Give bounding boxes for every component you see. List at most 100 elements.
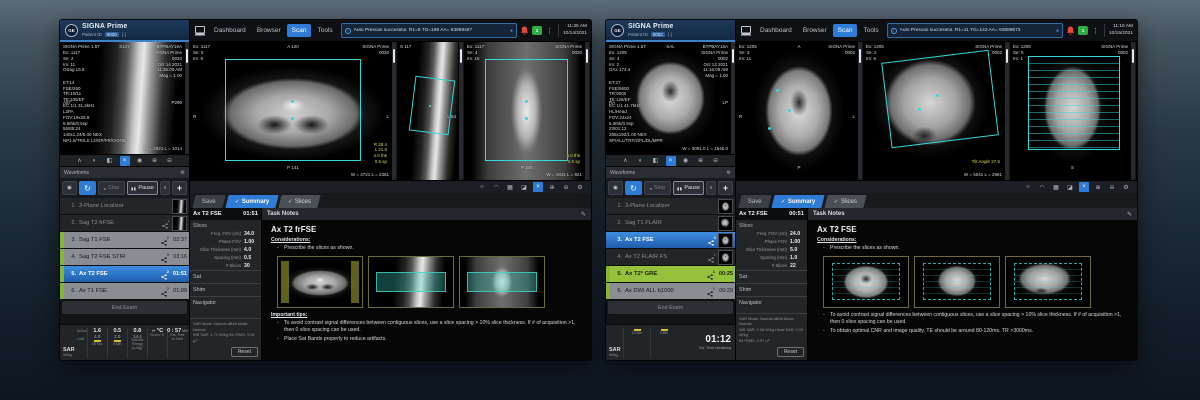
signal-icon[interactable]: ◠ — [1037, 182, 1047, 192]
layout-icon[interactable]: ◧ — [105, 156, 115, 166]
close-icon[interactable]: × — [1079, 182, 1089, 192]
refresh-button[interactable]: ↻ — [625, 181, 642, 195]
add-series-button[interactable]: + — [718, 181, 733, 195]
protocol-row[interactable]: 2. Sag T2 frFSE 1 — [60, 215, 189, 232]
tab-slices[interactable]: ✓Slices — [278, 195, 320, 208]
zoom-out-icon[interactable]: ⊖ — [711, 156, 721, 166]
parameter-value[interactable]: 5.0 — [790, 247, 804, 253]
window-level-icon[interactable]: ◐ — [636, 156, 646, 166]
chevron-down-icon[interactable]: ∨ — [160, 181, 170, 195]
zoom-out-icon[interactable]: ⊖ — [1107, 182, 1117, 192]
zoom-in-icon[interactable]: ⊕ — [696, 156, 706, 166]
visibility-button[interactable]: ◉ — [62, 181, 77, 195]
collapse-chevron-icon[interactable]: ∧ — [75, 156, 85, 166]
zoom-out-icon[interactable]: ⊖ — [561, 182, 571, 192]
tab-summary[interactable]: ✓Summary — [771, 195, 824, 208]
protocol-row[interactable]: 5. Ax T2* GRE 1 00:25 — [606, 266, 735, 283]
scan-viewport[interactable]: Ex: 1117Se: 5Im: 9 SIGNA Prime0020 A 120… — [190, 42, 397, 180]
menu-kebab-icon[interactable]: ⋮ — [545, 27, 554, 35]
window-level-icon[interactable]: ◐ — [90, 156, 100, 166]
zoom-out-icon[interactable]: ⊖ — [165, 156, 175, 166]
prescan-notification[interactable]: i Auto Prescan successful. R1=11 TG=142 … — [887, 23, 1063, 38]
panes-icon[interactable]: ◪ — [519, 182, 529, 192]
grid-layout-icon[interactable]: ▦ — [505, 182, 515, 192]
patient-id-value[interactable]: 0002 — [651, 32, 665, 37]
tab-save[interactable]: Save — [192, 195, 225, 208]
menu-kebab-icon[interactable]: ⋮ — [1091, 27, 1100, 35]
patient-id-value[interactable]: 0020 — [105, 32, 119, 37]
gear-icon[interactable]: ⚙ — [181, 170, 185, 176]
parameter-value[interactable]: 0.5 — [244, 255, 258, 261]
visibility-icon[interactable]: ◉ — [135, 156, 145, 166]
close-icon[interactable]: × — [120, 156, 130, 166]
pause-button[interactable]: ▮▮Pause — [127, 181, 158, 195]
image-scrollbar[interactable] — [1130, 42, 1135, 180]
protocol-row[interactable]: 3. Sag T1 FSE 2 02:37 — [60, 232, 189, 249]
stop-button[interactable]: ■Stop — [644, 181, 671, 195]
parameter-value[interactable]: 22 — [790, 263, 804, 269]
end-exam-button[interactable]: End Exam — [62, 301, 187, 314]
prescription-graphic[interactable] — [1010, 42, 1135, 180]
protocol-row[interactable]: 5. Ax T2 FSE 2 01:51 — [60, 266, 189, 283]
close-icon[interactable]: × — [666, 156, 676, 166]
nav-tab[interactable]: Browser — [798, 24, 832, 37]
panes-icon[interactable]: ◪ — [1065, 182, 1075, 192]
edit-pencil-icon[interactable]: ✎ — [581, 211, 586, 218]
protocol-row[interactable]: 3. Ax T2 FSE 1 — [606, 232, 735, 249]
localizer-viewport[interactable]: SIGNA Prime 1.5TEx: 1117Se: 2Im: 11OSag … — [60, 42, 189, 154]
collapse-chevron-icon[interactable]: ∧ — [621, 156, 631, 166]
parameter-section[interactable]: Sat — [190, 270, 261, 283]
scan-viewport[interactable]: Ex: 1205Se: 3Im: 11 SIGNA Prime0002 A R … — [736, 42, 863, 180]
nav-tab[interactable]: Dashboard — [209, 24, 251, 37]
parameter-section[interactable]: Navigator — [190, 296, 261, 318]
tab-summary[interactable]: ✓Summary — [225, 195, 278, 208]
prescription-graphic[interactable] — [397, 42, 463, 180]
scan-viewport[interactable]: S 117 L 84 — [397, 42, 464, 180]
prescription-graphic[interactable] — [190, 42, 396, 180]
stop-button[interactable]: ■Stop — [98, 181, 125, 195]
image-scrollbar[interactable] — [584, 42, 589, 180]
protocol-row[interactable]: 6. Ax DWI ALL b1000 1 00:29 — [606, 283, 735, 300]
alerts-bell-icon[interactable] — [520, 26, 529, 36]
zoom-in-icon[interactable]: ⊕ — [150, 156, 160, 166]
visibility-icon[interactable]: ◉ — [681, 156, 691, 166]
zoom-in-icon[interactable]: ⊕ — [547, 182, 557, 192]
nav-tab[interactable]: Scan — [833, 24, 858, 37]
parameter-value[interactable]: 34.0 — [244, 231, 258, 237]
scan-viewport[interactable]: Ex: 1205Se: 2Im: 6 SIGNA Prime0002 W = 5… — [863, 42, 1010, 180]
parameter-section[interactable]: Navigator — [736, 296, 807, 313]
end-exam-button[interactable]: End Exam — [608, 301, 733, 314]
protocol-row[interactable]: 4. Sag T2 FSE STIR 3 03:16 — [60, 249, 189, 266]
parameter-section[interactable]: Shim — [736, 283, 807, 296]
chat-icon[interactable]: 1 — [532, 26, 542, 35]
prescription-graphic[interactable] — [464, 42, 589, 180]
nav-tab[interactable]: Tools — [312, 24, 337, 37]
parameter-value[interactable]: 4.0 — [244, 247, 258, 253]
scan-viewport[interactable]: Ex: 1205Se: 5Im: 1 SIGNA Prime0002 S — [1010, 42, 1136, 180]
protocol-row[interactable]: 4. Ax T2 FLAIR FS 1 — [606, 249, 735, 266]
parameter-value[interactable]: 1.00 — [790, 239, 804, 245]
image-scrollbar[interactable] — [458, 42, 463, 180]
nav-tab[interactable]: Dashboard — [755, 24, 797, 37]
image-scrollbar[interactable] — [184, 42, 189, 154]
protocol-row[interactable]: 1. 3-Plane Localizer — [60, 198, 189, 215]
protocol-row[interactable]: 1. 3-Plane Localizer — [606, 198, 735, 215]
prescription-graphic[interactable] — [736, 42, 862, 180]
console-icon[interactable] — [740, 26, 752, 36]
parameter-value[interactable]: 1.0 — [790, 255, 804, 261]
layout-icon[interactable]: ◧ — [651, 156, 661, 166]
signal-icon[interactable]: ◠ — [491, 182, 501, 192]
settings-gear-icon[interactable]: ⚙ — [575, 182, 585, 192]
zoom-in-icon[interactable]: ⊕ — [1093, 182, 1103, 192]
patient-collapse-control[interactable]: [-] — [668, 32, 672, 37]
grid-layout-icon[interactable]: ▦ — [1051, 182, 1061, 192]
gear-icon[interactable]: ⚙ — [727, 170, 731, 176]
reset-button[interactable]: Reset — [231, 347, 258, 357]
nav-tab[interactable]: Tools — [858, 24, 883, 37]
tab-slices[interactable]: ✓Slices — [824, 195, 866, 208]
chevron-down-icon[interactable]: ∨ — [706, 181, 716, 195]
visibility-button[interactable]: ◉ — [608, 181, 623, 195]
parameter-section[interactable]: Sat — [736, 270, 807, 283]
prescan-notification[interactable]: i Auto Prescan successful. R1=8 TG=188 A… — [341, 23, 517, 38]
brightness-icon[interactable]: ☼ — [1023, 182, 1033, 192]
